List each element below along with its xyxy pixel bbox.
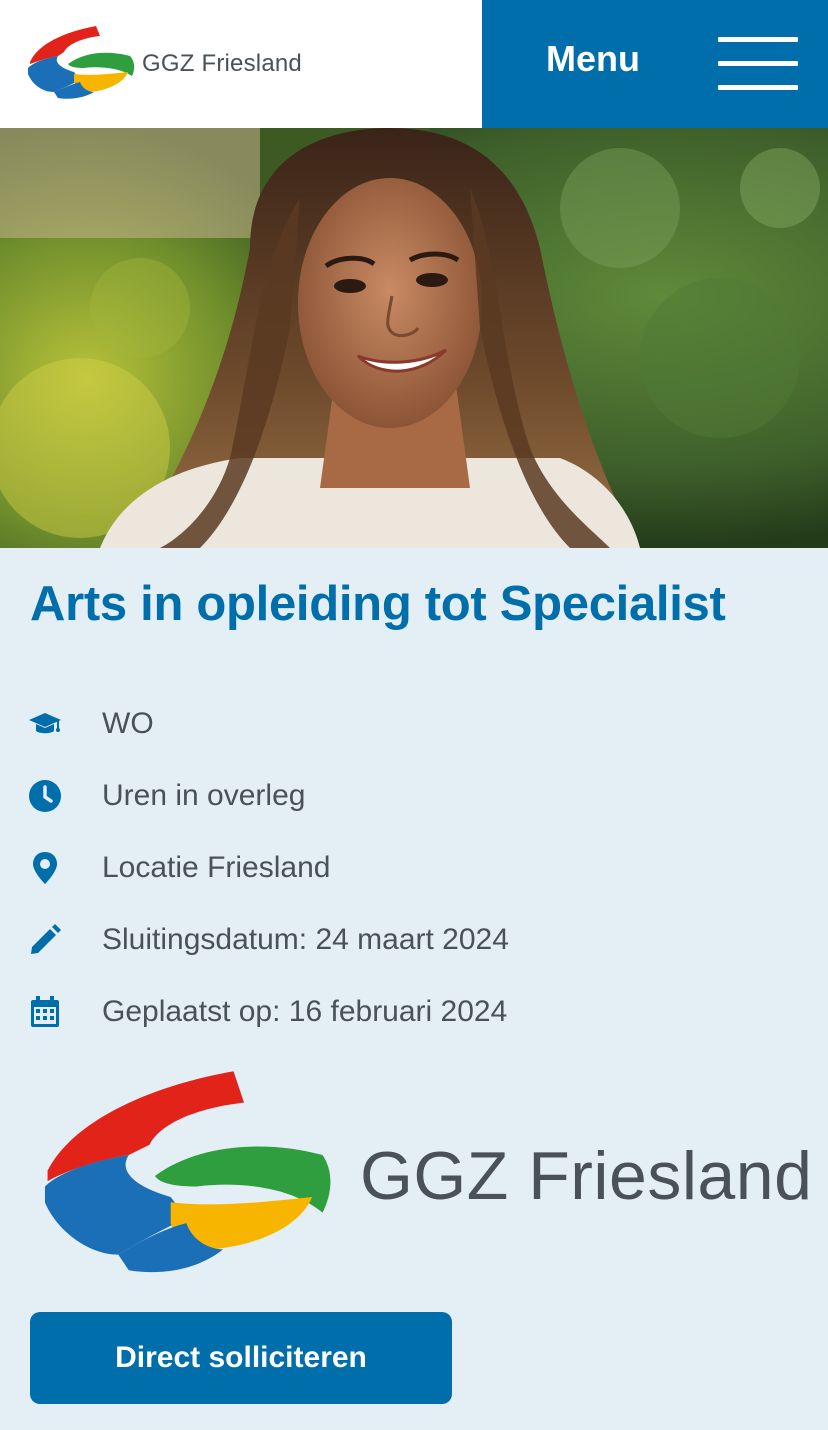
- hero-image: [0, 128, 828, 548]
- apply-button[interactable]: Direct solliciteren: [30, 1312, 452, 1404]
- pencil-icon: [28, 923, 62, 957]
- location-pin-icon: [28, 851, 62, 885]
- company-logo-text: GGZ Friesland: [360, 1138, 813, 1214]
- job-detail-location: Locatie Friesland: [28, 832, 509, 904]
- job-content: Arts in opleiding tot Specialist WO Uren…: [0, 548, 828, 1430]
- site-header: GGZ Friesland Menu: [0, 0, 828, 128]
- job-detail-text: WO: [102, 707, 154, 740]
- menu-button[interactable]: Menu: [482, 0, 828, 128]
- ggz-friesland-logo-icon: [44, 1071, 331, 1273]
- job-detail-closing-date: Sluitingsdatum: 24 maart 2024: [28, 904, 509, 976]
- job-detail-text: Sluitingsdatum: 24 maart 2024: [102, 923, 509, 956]
- hamburger-icon: [718, 37, 798, 91]
- job-detail-text: Uren in overleg: [102, 779, 306, 812]
- job-title: Arts in opleiding tot Specialist: [30, 577, 726, 631]
- menu-label: Menu: [546, 38, 640, 79]
- job-detail-text: Geplaatst op: 16 februari 2024: [102, 995, 508, 1028]
- job-detail-posted-date: Geplaatst op: 16 februari 2024: [28, 976, 509, 1048]
- calendar-icon: [28, 995, 62, 1029]
- clock-icon: [28, 779, 62, 813]
- header-logo-text: GGZ Friesland: [142, 50, 302, 77]
- job-detail-text: Locatie Friesland: [102, 851, 331, 884]
- header-logo-link[interactable]: GGZ Friesland: [24, 22, 324, 106]
- graduation-cap-icon: [28, 707, 62, 741]
- job-details-list: WO Uren in overleg Locatie Friesland Slu…: [28, 688, 509, 1048]
- company-logo: GGZ Friesland: [28, 1066, 812, 1286]
- hero-photo: [0, 128, 828, 548]
- ggz-friesland-logo-icon: [28, 26, 135, 99]
- job-detail-education: WO: [28, 688, 509, 760]
- job-detail-hours: Uren in overleg: [28, 760, 509, 832]
